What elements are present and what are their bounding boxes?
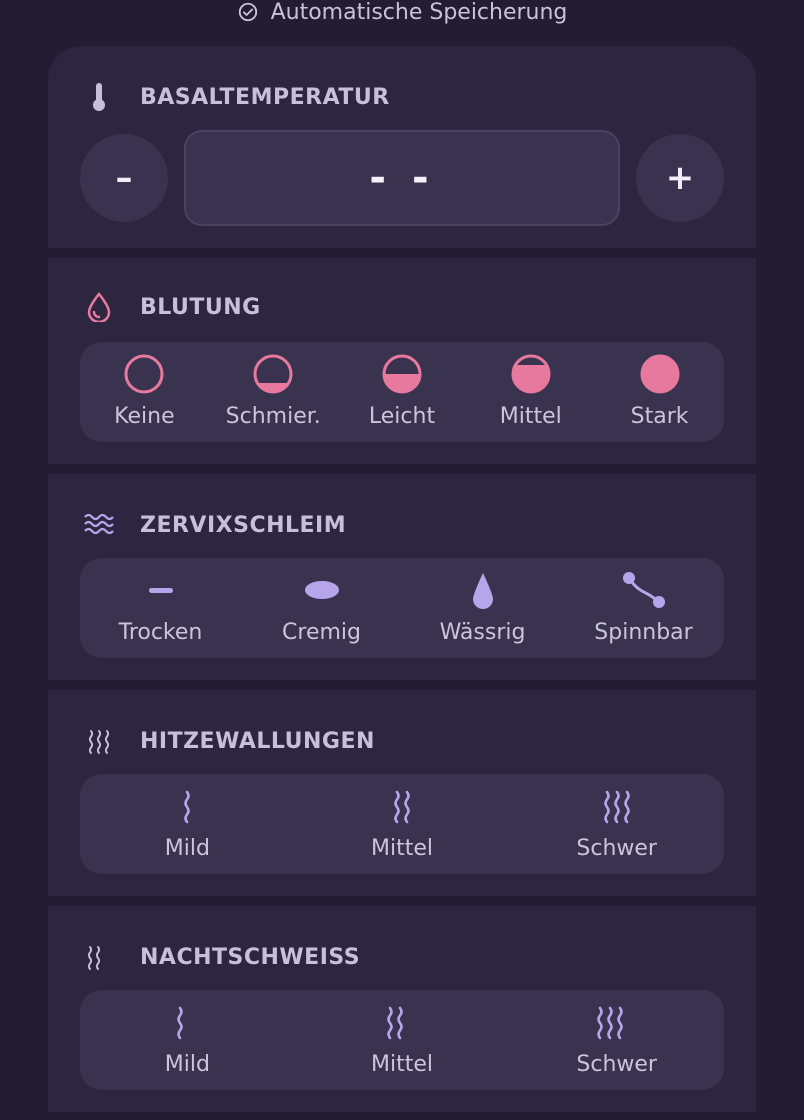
nightsweats-option-label: Mittel bbox=[371, 1052, 433, 1077]
oval-icon bbox=[302, 570, 342, 610]
mucus-option-dry[interactable]: Trocken bbox=[80, 558, 241, 658]
autosave-indicator: Automatische Speicherung bbox=[0, 0, 804, 25]
bleeding-option-spotting[interactable]: Schmier. bbox=[209, 342, 338, 442]
nightsweats-options: Mild Mittel Schwer bbox=[80, 990, 724, 1090]
bleeding-option-medium[interactable]: Mittel bbox=[466, 342, 595, 442]
mucus-option-watery[interactable]: Wässrig bbox=[402, 558, 563, 658]
temperature-header: BASALTEMPERATUR bbox=[84, 82, 390, 112]
heat-wave-icon bbox=[165, 786, 209, 826]
temperature-increase-button[interactable]: + bbox=[636, 134, 724, 222]
mucus-options: Trocken Cremig Wässrig Spinnbar bbox=[80, 558, 724, 658]
hotflashes-option-label: Mild bbox=[164, 836, 210, 861]
mucus-option-stretchy[interactable]: Spinnbar bbox=[563, 558, 724, 658]
bleeding-option-heavy[interactable]: Stark bbox=[595, 342, 724, 442]
heat-wave-icon bbox=[595, 786, 639, 826]
nightsweats-title: NACHTSCHWEISS bbox=[140, 944, 361, 970]
mucus-option-label: Wässrig bbox=[439, 620, 526, 645]
autosave-label: Automatische Speicherung bbox=[270, 0, 568, 25]
mucus-option-label: Trocken bbox=[118, 620, 203, 645]
bleeding-option-none[interactable]: Keine bbox=[80, 342, 209, 442]
blood-drop-icon bbox=[84, 292, 114, 322]
hotflashes-option-severe[interactable]: Schwer bbox=[509, 774, 724, 874]
bleeding-level-quarter-icon bbox=[252, 354, 294, 394]
bleeding-options: Keine Schmier. Leicht Mittel Stark bbox=[80, 342, 724, 442]
temperature-card: BASALTEMPERATUR – - - + bbox=[48, 46, 756, 248]
bleeding-option-label: Schmier. bbox=[225, 404, 321, 429]
bleeding-option-label: Keine bbox=[114, 404, 175, 429]
nightsweats-option-severe[interactable]: Schwer bbox=[509, 990, 724, 1090]
nightsweats-option-label: Mild bbox=[164, 1052, 210, 1077]
mucus-card: ZERVIXSCHLEIM Trocken Cremig Wässrig Spi… bbox=[48, 474, 756, 680]
heat-wave-icon bbox=[380, 786, 424, 826]
drop-icon bbox=[468, 570, 498, 610]
stretch-icon bbox=[621, 570, 667, 610]
nightsweats-header: NACHTSCHWEISS bbox=[84, 942, 360, 972]
nightsweats-option-medium[interactable]: Mittel bbox=[295, 990, 510, 1090]
bleeding-title: BLUTUNG bbox=[140, 294, 261, 320]
bleeding-option-label: Mittel bbox=[499, 404, 562, 429]
mucus-header: ZERVIXSCHLEIM bbox=[84, 510, 346, 540]
bleeding-option-label: Stark bbox=[630, 404, 689, 429]
temperature-decrease-button[interactable]: – bbox=[80, 134, 168, 222]
nightsweats-option-label: Schwer bbox=[576, 1052, 657, 1077]
bleeding-level-empty-icon bbox=[123, 354, 165, 394]
bleeding-level-full-icon bbox=[639, 354, 681, 394]
temperature-value-field[interactable]: - - bbox=[184, 130, 620, 226]
nightsweats-option-mild[interactable]: Mild bbox=[80, 990, 295, 1090]
bleeding-header: BLUTUNG bbox=[84, 292, 261, 322]
hotflashes-option-mild[interactable]: Mild bbox=[80, 774, 295, 874]
night-sweat-icon bbox=[595, 1002, 639, 1042]
night-sweat-icon bbox=[380, 1002, 424, 1042]
thermometer-icon bbox=[84, 82, 114, 112]
hotflashes-option-medium[interactable]: Mittel bbox=[295, 774, 510, 874]
hotflashes-options: Mild Mittel Schwer bbox=[80, 774, 724, 874]
bleeding-option-light[interactable]: Leicht bbox=[338, 342, 467, 442]
mucus-option-label: Spinnbar bbox=[594, 620, 693, 645]
mucus-option-creamy[interactable]: Cremig bbox=[241, 558, 402, 658]
heat-waves-icon bbox=[84, 726, 114, 756]
nightsweats-card: NACHTSCHWEISS Mild Mittel Schwer bbox=[48, 906, 756, 1112]
mucus-title: ZERVIXSCHLEIM bbox=[140, 512, 347, 538]
dash-icon bbox=[147, 570, 175, 610]
temperature-title: BASALTEMPERATUR bbox=[140, 84, 390, 110]
bleeding-level-half-icon bbox=[381, 354, 423, 394]
night-sweat-icon bbox=[165, 1002, 209, 1042]
hotflashes-title: HITZEWALLUNGEN bbox=[140, 728, 375, 754]
hotflashes-card: HITZEWALLUNGEN Mild Mittel Schwer bbox=[48, 690, 756, 896]
bleeding-level-threequarter-icon bbox=[510, 354, 552, 394]
hotflashes-option-label: Schwer bbox=[576, 836, 657, 861]
hotflashes-option-label: Mittel bbox=[371, 836, 433, 861]
bleeding-card: BLUTUNG Keine Schmier. Leicht Mittel Sta… bbox=[48, 258, 756, 464]
bleeding-option-label: Leicht bbox=[368, 404, 436, 429]
waves-icon bbox=[84, 510, 114, 540]
check-circle-icon bbox=[238, 2, 257, 22]
night-sweat-icon bbox=[84, 942, 114, 972]
hotflashes-header: HITZEWALLUNGEN bbox=[84, 726, 375, 756]
mucus-option-label: Cremig bbox=[282, 620, 361, 645]
